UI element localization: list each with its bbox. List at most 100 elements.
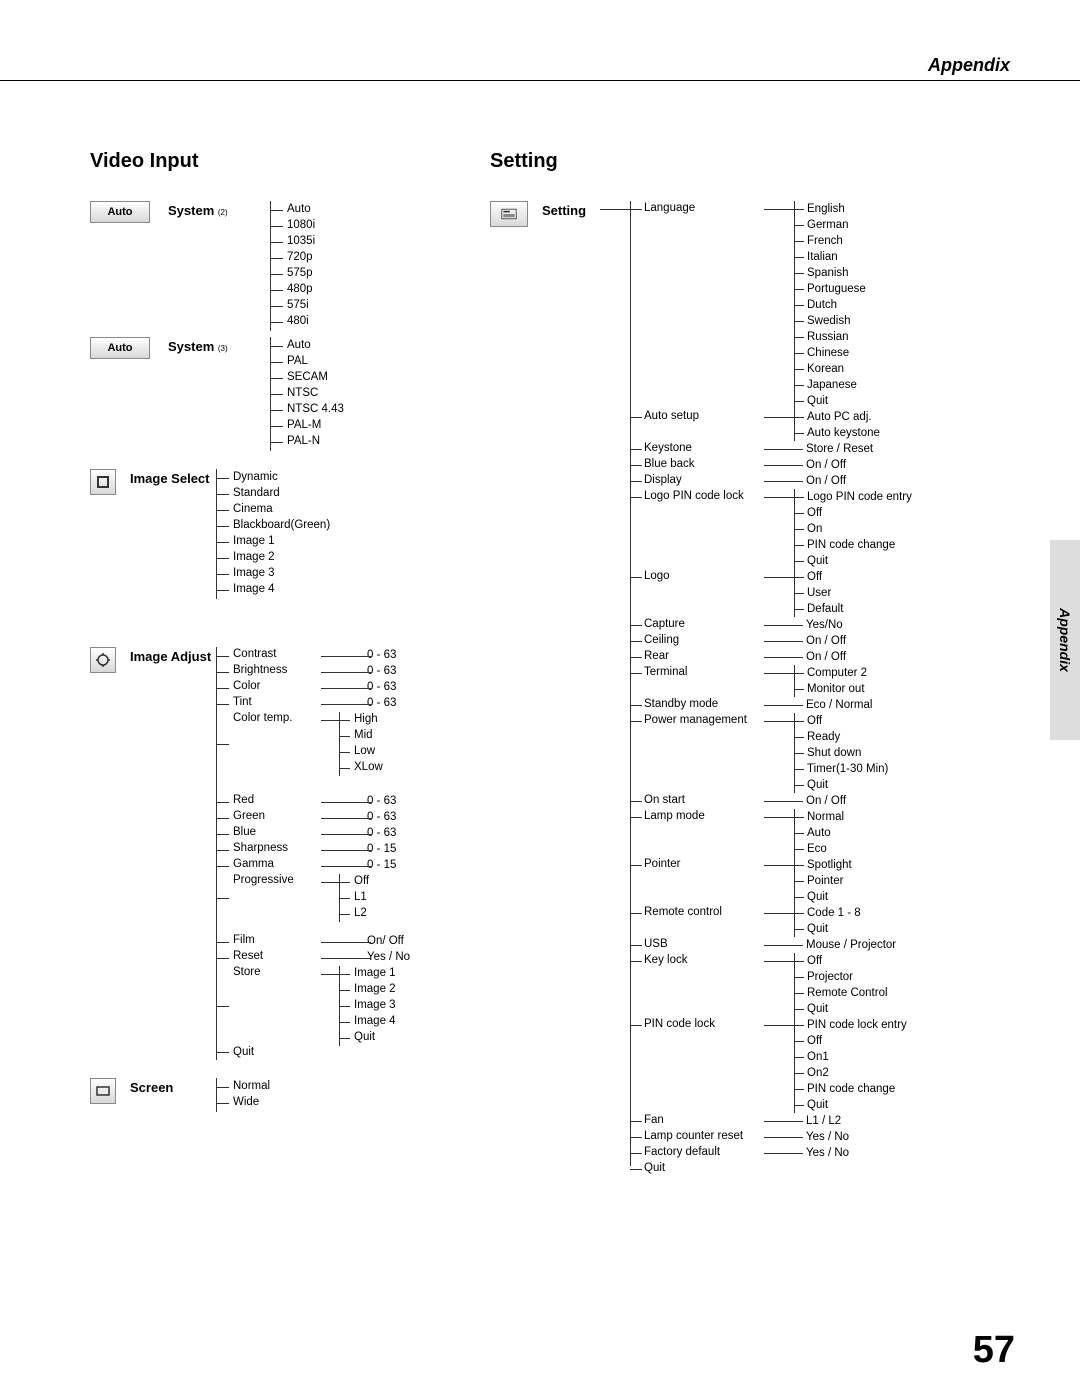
setting-branch: LanguageEnglishGermanFrenchItalianSpanis… xyxy=(630,201,1010,409)
setting-subitem: Swedish xyxy=(795,313,866,329)
setting-branch: Power managementOffReadyShut downTimer(1… xyxy=(630,713,1010,793)
tree-item: Auto xyxy=(271,202,490,218)
image-select-row: Image Select DynamicStandardCinemaBlackb… xyxy=(90,469,490,599)
tree-subitem: 0 - 15 xyxy=(361,858,396,874)
tree-subitem: L1 xyxy=(340,890,369,906)
page-number: 57 xyxy=(973,1329,1015,1372)
setting-icon xyxy=(490,201,528,227)
tree-item: 1080i xyxy=(271,218,490,234)
tree-subitem: Low xyxy=(340,744,383,760)
setting-subitem: PIN code change xyxy=(795,537,912,553)
setting-subitem: English xyxy=(795,201,866,217)
setting-subitem: On / Off xyxy=(794,457,846,473)
tree-item: 575p xyxy=(271,266,490,282)
setting-subitem: Off xyxy=(795,569,843,585)
setting-column: Setting Setting LanguageEnglishGermanFre… xyxy=(490,150,1010,1180)
side-tab-label: Appendix xyxy=(1057,608,1073,672)
auto-icon: Auto xyxy=(90,201,150,223)
tree-item: NTSC xyxy=(271,386,490,402)
tree-subitem: 0 - 63 xyxy=(361,664,396,680)
tree-item: Cinema xyxy=(217,502,490,518)
tree-item: Contrast0 - 63 xyxy=(217,648,490,664)
tree-subitem: Image 4 xyxy=(340,1014,396,1030)
side-tab: Appendix xyxy=(1050,540,1080,740)
setting-branch: On startOn / Off xyxy=(630,793,1010,809)
tree-subitem: High xyxy=(340,712,383,728)
setting-branch: Factory defaultYes / No xyxy=(630,1145,1010,1161)
tree-item: 575i xyxy=(271,298,490,314)
setting-subitem: Quit xyxy=(795,777,888,793)
setting-subitem: Portuguese xyxy=(795,281,866,297)
setting-branch: DisplayOn / Off xyxy=(630,473,1010,489)
setting-branch: Logo PIN code lockLogo PIN code entryOff… xyxy=(630,489,1010,569)
setting-subitem: Auto xyxy=(795,825,844,841)
setting-branch: CeilingOn / Off xyxy=(630,633,1010,649)
video-input-column: Video Input Auto System (2) Auto1080i103… xyxy=(90,150,490,1118)
setting-subitem: Default xyxy=(795,601,843,617)
setting-subitem: Quit xyxy=(795,921,861,937)
setting-subitem: Eco xyxy=(795,841,844,857)
setting-branch: LogoOffUserDefault xyxy=(630,569,1010,617)
setting-subitem: Auto keystone xyxy=(795,425,880,441)
setting-subitem: Store / Reset xyxy=(794,441,873,457)
setting-branch: RearOn / Off xyxy=(630,649,1010,665)
setting-branch: CaptureYes/No xyxy=(630,617,1010,633)
setting-subitem: Quit xyxy=(795,889,852,905)
tree-item: SECAM xyxy=(271,370,490,386)
setting-subitem: Japanese xyxy=(795,377,866,393)
tree-item: Image 2 xyxy=(217,550,490,566)
screen-tree: NormalWide xyxy=(216,1078,490,1112)
system-2-label: System (2) xyxy=(168,201,270,218)
tree-item: Wide xyxy=(217,1095,490,1111)
tree-item: Tint0 - 63 xyxy=(217,696,490,712)
tree-subitem: L2 xyxy=(340,906,369,922)
tree-item: Green0 - 63 xyxy=(217,810,490,826)
image-adjust-row: Image Adjust Contrast0 - 63Brightness0 -… xyxy=(90,647,490,1060)
setting-subitem: Off xyxy=(795,953,888,969)
setting-subitem: Spanish xyxy=(795,265,866,281)
tree-subitem: 0 - 63 xyxy=(361,826,396,842)
system-3-row: Auto System (3) AutoPALSECAMNTSCNTSC 4.4… xyxy=(90,337,490,451)
tree-item: Auto xyxy=(271,338,490,354)
setting-branch: FanL1 / L2 xyxy=(630,1113,1010,1129)
setting-subitem: Quit xyxy=(795,1001,888,1017)
tree-item: NTSC 4.43 xyxy=(271,402,490,418)
tree-item: ResetYes / No xyxy=(217,950,490,966)
setting-subitem: Russian xyxy=(795,329,866,345)
system-2-row: Auto System (2) Auto1080i1035i720p575p48… xyxy=(90,201,490,331)
setting-subitem: Auto PC adj. xyxy=(795,409,880,425)
tree-item: PAL-N xyxy=(271,434,490,450)
image-select-tree: DynamicStandardCinemaBlackboard(Green)Im… xyxy=(216,469,490,599)
setting-subitem: Off xyxy=(795,1033,907,1049)
tree-item: Normal xyxy=(217,1079,490,1095)
screen-row: Screen NormalWide xyxy=(90,1078,490,1112)
setting-subitem: Eco / Normal xyxy=(794,697,872,713)
setting-subitem: On / Off xyxy=(794,473,846,489)
tree-item: PAL-M xyxy=(271,418,490,434)
setting-subitem: Quit xyxy=(795,393,866,409)
setting-subitem: PIN code lock entry xyxy=(795,1017,907,1033)
setting-subitem: Projector xyxy=(795,969,888,985)
tree-item: Image 3 xyxy=(217,566,490,582)
image-select-label: Image Select xyxy=(130,469,216,486)
tree-subitem: Image 2 xyxy=(340,982,396,998)
setting-subitem: On / Off xyxy=(794,793,846,809)
tree-subitem: XLow xyxy=(340,760,383,776)
setting-branch: USBMouse / Projector xyxy=(630,937,1010,953)
tree-subitem: Yes / No xyxy=(361,950,410,966)
setting-subitem: Yes/No xyxy=(794,617,843,633)
tree-subitem: 0 - 63 xyxy=(361,696,396,712)
setting-branch: Key lockOffProjectorRemote ControlQuit xyxy=(630,953,1010,1017)
setting-subitem: Off xyxy=(795,505,912,521)
setting-subitem: On1 xyxy=(795,1049,907,1065)
setting-subitem: PIN code change xyxy=(795,1081,907,1097)
tree-item: Brightness0 - 63 xyxy=(217,664,490,680)
tree-subitem: Mid xyxy=(340,728,383,744)
setting-title: Setting xyxy=(490,150,1010,173)
tree-item: Gamma0 - 15 xyxy=(217,858,490,874)
tree-item: Dynamic xyxy=(217,470,490,486)
tree-item: Image 4 xyxy=(217,582,490,598)
tree-subitem: 0 - 63 xyxy=(361,794,396,810)
setting-branch: KeystoneStore / Reset xyxy=(630,441,1010,457)
setting-branch: TerminalComputer 2Monitor out xyxy=(630,665,1010,697)
